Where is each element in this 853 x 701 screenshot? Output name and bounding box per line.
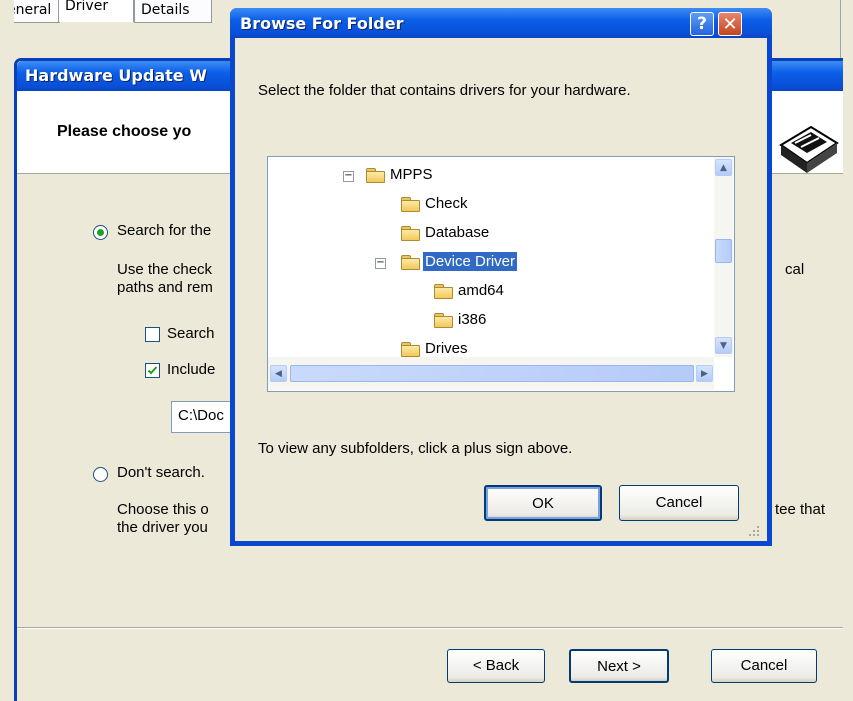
dialog-body: Select the folder that contains drivers … <box>235 38 767 541</box>
tab-details[interactable]: Details <box>134 0 212 23</box>
tab-label: Details <box>141 2 190 18</box>
tree-item-label: Database <box>425 224 490 241</box>
dialog-title: Browse For Folder <box>240 14 404 33</box>
search-option-label: Search for the <box>117 222 212 239</box>
dont-search-option-label: Don't search. <box>117 464 205 481</box>
folder-icon <box>401 197 420 212</box>
search-radio[interactable] <box>93 225 108 240</box>
dialog-cancel-label: Cancel <box>655 494 703 511</box>
dialog-instruction: Select the folder that contains drivers … <box>258 82 631 99</box>
dialog-title-bar[interactable]: Browse For Folder ? ✕ <box>230 8 772 38</box>
tree-item-label: i386 <box>458 311 487 328</box>
radio-dot <box>97 229 104 236</box>
dont-search-radio[interactable] <box>93 467 108 482</box>
wizard-cancel-label: Cancel <box>740 657 788 674</box>
wizard-title: Hardware Update W <box>25 66 207 85</box>
collapse-icon[interactable]: − <box>375 258 386 269</box>
search-option-desc-2: paths and rem <box>117 279 213 296</box>
back-button[interactable]: < Back <box>447 649 545 683</box>
scroll-down-icon[interactable]: ▼ <box>715 337 732 354</box>
location-path-value: C:\Doc <box>178 407 224 424</box>
tree-item-label: Check <box>425 195 468 212</box>
dont-search-desc-1: Choose this o <box>117 501 209 518</box>
tree-vertical-scrollbar[interactable]: ▲ ▼ <box>714 157 733 357</box>
help-button[interactable]: ? <box>690 12 714 36</box>
tree-item-label-selected: Device Driver <box>423 252 518 271</box>
search-option-desc-1: Use the check <box>117 261 213 278</box>
folder-icon <box>401 255 420 270</box>
search-removable-checkbox[interactable] <box>145 327 160 342</box>
dont-search-desc-2: the driver you <box>117 519 208 536</box>
folder-icon <box>434 284 453 299</box>
hardware-icon <box>779 125 839 173</box>
search-removable-label: Search <box>167 325 215 342</box>
wizard-separator <box>17 627 843 629</box>
folder-icon <box>401 342 420 357</box>
dialog-hint: To view any subfolders, click a plus sig… <box>258 440 573 457</box>
tree-item-label: amd64 <box>458 282 504 299</box>
vertical-scroll-thumb[interactable] <box>715 239 732 263</box>
scroll-up-icon[interactable]: ▲ <box>715 159 732 176</box>
checkmark-icon <box>147 366 158 375</box>
folder-icon <box>434 313 453 328</box>
tree-horizontal-scrollbar[interactable]: ◀ ▶ <box>268 357 714 390</box>
wizard-cancel-button[interactable]: Cancel <box>711 649 817 683</box>
next-button[interactable]: Next > <box>569 649 669 683</box>
scroll-right-icon[interactable]: ▶ <box>696 365 713 382</box>
tab-label: Driver <box>65 0 109 14</box>
horizontal-scroll-thumb[interactable] <box>290 365 694 382</box>
include-location-checkbox[interactable] <box>145 363 160 378</box>
tree-item-label: Drives <box>425 340 468 357</box>
dialog-cancel-button[interactable]: Cancel <box>619 485 739 521</box>
scroll-left-icon[interactable]: ◀ <box>270 365 287 382</box>
ok-button-label: OK <box>532 495 554 512</box>
tab-driver[interactable]: Driver <box>58 0 134 22</box>
browse-for-folder-dialog: Browse For Folder ? ✕ Select the folder … <box>230 8 772 546</box>
dont-search-desc-right: tee that <box>775 501 826 518</box>
folder-tree[interactable]: − MPPS Check Database − Device Driver am… <box>267 156 735 392</box>
next-button-label: Next > <box>597 658 641 675</box>
back-button-label: < Back <box>472 657 520 674</box>
collapse-icon[interactable]: − <box>343 171 354 182</box>
close-button[interactable]: ✕ <box>718 12 742 36</box>
include-location-label: Include <box>167 361 216 378</box>
wizard-heading: Please choose yo <box>57 123 192 140</box>
search-option-desc-right: cal <box>785 261 805 278</box>
ok-button[interactable]: OK <box>484 485 602 521</box>
close-icon: ✕ <box>722 14 738 35</box>
folder-icon <box>401 226 420 241</box>
left-window-edge <box>0 0 14 698</box>
tree-item-label: MPPS <box>390 166 433 183</box>
help-icon: ? <box>697 14 707 34</box>
properties-window-edge <box>840 0 853 60</box>
folder-icon <box>366 168 385 183</box>
resize-grip-icon[interactable] <box>747 526 761 538</box>
